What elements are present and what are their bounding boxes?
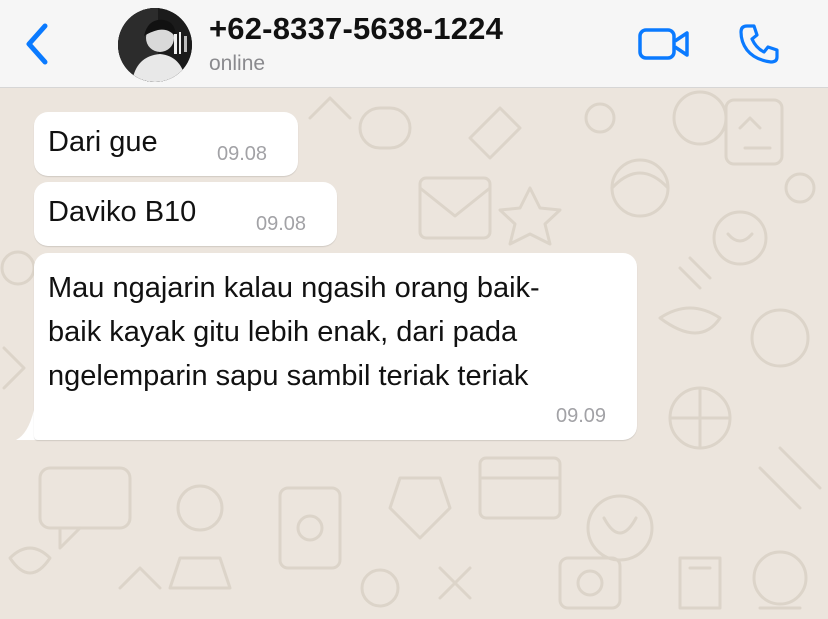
message-bubble[interactable]: Daviko B10 09.08 (34, 182, 337, 246)
message-time: 09.08 (217, 143, 268, 165)
contact-status: online (209, 52, 266, 75)
video-call-button[interactable] (636, 22, 692, 66)
message-text-line: baik kayak gitu lebih enak, dari pada (48, 316, 518, 348)
message-text: Daviko B10 (48, 196, 197, 228)
contact-name[interactable]: +62-8337-5638-1224 (209, 11, 503, 47)
phone-icon (739, 24, 779, 64)
back-button[interactable] (18, 22, 58, 66)
message-bubble[interactable]: Mau ngajarin kalau ngasih orang baik- ba… (34, 253, 637, 440)
message-time: 09.09 (556, 405, 607, 427)
chevron-left-icon (26, 23, 48, 65)
message-text-line: ngelemparin sapu sambil teriak teriak (48, 360, 529, 392)
chat-header: +62-8337-5638-1224 online (0, 0, 828, 88)
message-bubble[interactable]: Dari gue 09.08 (34, 112, 298, 176)
message-text-line: Mau ngajarin kalau ngasih orang baik- (48, 272, 540, 304)
contact-photo-icon (118, 8, 192, 82)
avatar[interactable] (118, 8, 192, 82)
voice-call-button[interactable] (734, 20, 784, 68)
chat-area[interactable]: Dari gue 09.08 Daviko B10 09.08 Mau ngaj… (0, 88, 828, 619)
message-text: Dari gue (48, 126, 158, 158)
video-camera-icon (638, 28, 689, 60)
message-time: 09.08 (256, 213, 307, 235)
